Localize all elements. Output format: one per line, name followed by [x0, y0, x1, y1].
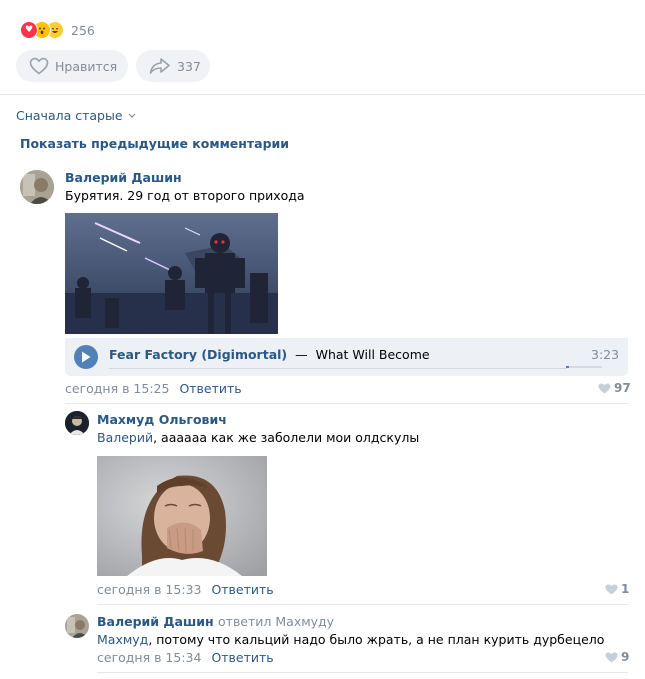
- avatar[interactable]: [65, 614, 89, 638]
- sort-dropdown[interactable]: Сначала старые: [16, 108, 136, 123]
- reactions-summary[interactable]: ♥ 256: [20, 21, 95, 39]
- comment-time[interactable]: сегодня в 15:33: [97, 582, 201, 597]
- comment-author[interactable]: Махмуд Ольгович: [97, 412, 227, 427]
- share-count: 337: [177, 58, 201, 74]
- mention-link[interactable]: Махмуд: [97, 632, 148, 647]
- audio-player[interactable]: Fear Factory (Digimortal) — What Will Be…: [65, 338, 628, 376]
- comment-author[interactable]: Валерий Дашин: [65, 170, 182, 185]
- show-previous-comments-link[interactable]: Показать предыдущие комментарии: [20, 136, 289, 151]
- heart-icon: [605, 584, 621, 595]
- avatar[interactable]: [65, 411, 89, 435]
- attached-image[interactable]: [65, 213, 278, 334]
- reply-button[interactable]: Ответить: [211, 582, 273, 597]
- comment-like-button[interactable]: 97: [598, 381, 631, 395]
- comment-time[interactable]: сегодня в 15:25: [65, 381, 169, 396]
- share-button[interactable]: 337: [136, 50, 210, 82]
- play-icon[interactable]: [74, 345, 98, 369]
- divider: [0, 94, 645, 95]
- avatar[interactable]: [20, 170, 54, 204]
- heart-icon: [605, 652, 621, 663]
- comment-separator: [65, 403, 628, 404]
- sort-label: Сначала старые: [16, 108, 123, 123]
- audio-artist[interactable]: Fear Factory (Digimortal): [109, 347, 287, 362]
- comment-text: Махмуд, потому что кальций надо было жра…: [97, 632, 604, 647]
- like-label: Нравится: [55, 58, 118, 74]
- comment-like-button[interactable]: 1: [605, 582, 629, 596]
- comment-body: , аааааа как же заболели мои олдскулы: [153, 430, 420, 445]
- share-arrow-icon: [149, 57, 171, 75]
- reply-button[interactable]: Ответить: [179, 381, 241, 396]
- audio-title: What Will Become: [315, 347, 430, 362]
- like-count: 9: [621, 650, 630, 664]
- comment-time[interactable]: сегодня в 15:34: [97, 650, 201, 665]
- attached-image[interactable]: [97, 456, 267, 576]
- audio-dash: —: [295, 347, 308, 362]
- comment-text: Бурятия. 29 год от второго прихода: [65, 188, 305, 203]
- comment-separator: [97, 604, 628, 605]
- like-count: 1: [621, 582, 630, 596]
- audio-progress-fill: [566, 366, 569, 368]
- comment-text: Валерий, аааааа как же заболели мои олдс…: [97, 430, 419, 445]
- reactions-count: 256: [71, 22, 95, 38]
- author-name[interactable]: Валерий Дашин: [97, 614, 214, 629]
- chevron-down-icon: [128, 113, 136, 118]
- audio-duration: 3:23: [591, 347, 620, 362]
- comment-separator: [97, 672, 628, 673]
- comment-body: , потому что кальций надо было жрать, а …: [148, 632, 605, 647]
- reply-button[interactable]: Ответить: [211, 650, 273, 665]
- comment-meta: сегодня в 15:34 Ответить: [97, 650, 274, 665]
- comment-meta: сегодня в 15:33 Ответить: [97, 582, 274, 597]
- heart-reaction-icon: ♥: [20, 21, 38, 39]
- like-count: 97: [614, 381, 631, 395]
- like-button[interactable]: Нравится: [16, 50, 128, 82]
- audio-track-line[interactable]: [109, 368, 567, 369]
- replied-to-label[interactable]: ответил Махмуду: [218, 614, 334, 629]
- audio-progress-track[interactable]: [566, 366, 602, 368]
- heart-outline-icon: [29, 57, 49, 75]
- comment-meta: сегодня в 15:25 Ответить: [65, 381, 242, 396]
- mention-link[interactable]: Валерий: [97, 430, 153, 445]
- comment-like-button[interactable]: 9: [605, 650, 629, 664]
- comment-author: Валерий Дашин ответил Махмуду: [97, 614, 334, 629]
- heart-icon: [598, 383, 614, 394]
